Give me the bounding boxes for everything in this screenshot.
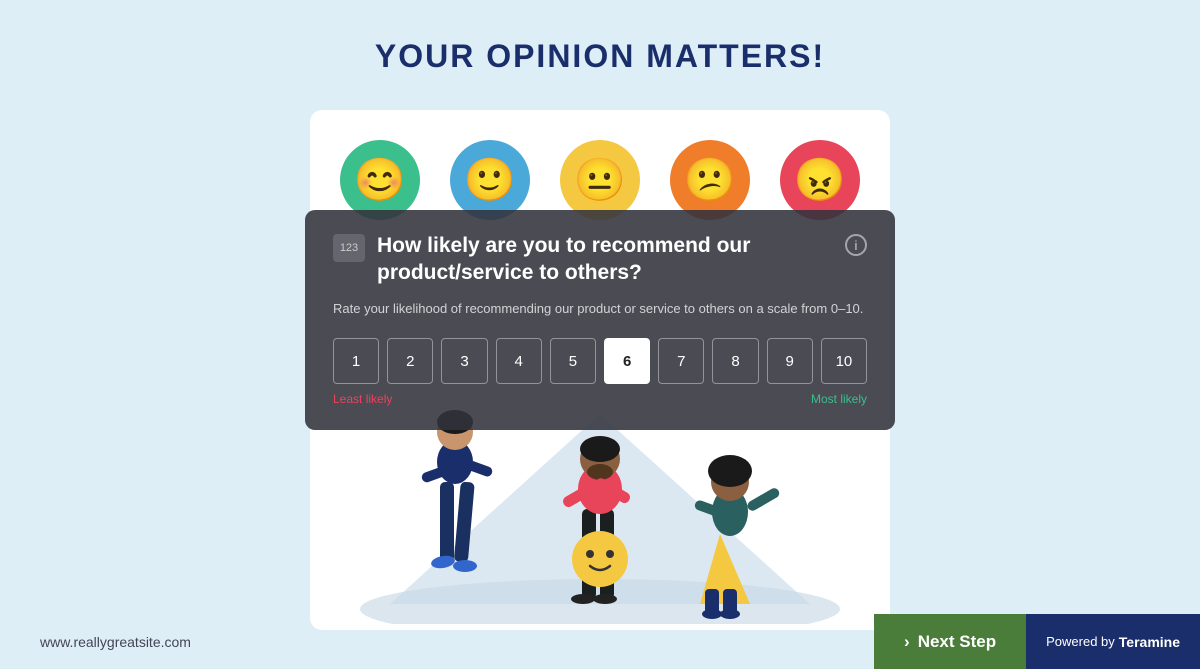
emoji-neutral: 😐: [560, 140, 640, 220]
rating-btn-9[interactable]: 9: [767, 338, 813, 384]
rating-btn-3[interactable]: 3: [441, 338, 487, 384]
website-url: www.reallygreatsite.com: [40, 634, 191, 650]
rating-btn-4[interactable]: 4: [496, 338, 542, 384]
emoji-happy: 😊: [340, 140, 420, 220]
bottom-bar: www.reallygreatsite.com › Next Step Powe…: [0, 614, 1200, 669]
question-type-icon: 123: [333, 234, 365, 262]
bottom-right: › Next Step Powered by Teramine: [874, 614, 1200, 669]
powered-by-prefix: Powered by: [1046, 634, 1115, 649]
next-step-arrow: ›: [904, 632, 910, 652]
question-card: 123 How likely are you to recommend our …: [305, 210, 895, 430]
powered-by: Powered by Teramine: [1026, 614, 1200, 669]
next-step-button[interactable]: › Next Step: [874, 614, 1026, 669]
rating-btn-8[interactable]: 8: [712, 338, 758, 384]
rating-btn-6[interactable]: 6: [604, 338, 650, 384]
label-least: Least likely: [333, 392, 392, 406]
rating-labels: Least likely Most likely: [333, 392, 867, 406]
question-header: 123 How likely are you to recommend our …: [333, 232, 867, 287]
page-title: YOUR OPINION MATTERS!: [0, 0, 1200, 75]
emoji-smile: 🙂: [450, 140, 530, 220]
emoji-unhappy: 😠: [780, 140, 860, 220]
rating-btn-2[interactable]: 2: [387, 338, 433, 384]
rating-btn-5[interactable]: 5: [550, 338, 596, 384]
brand-name: Teramine: [1119, 634, 1180, 650]
rating-btn-10[interactable]: 10: [821, 338, 867, 384]
label-most: Most likely: [811, 392, 867, 406]
question-title: How likely are you to recommend our prod…: [377, 232, 833, 287]
rating-btn-1[interactable]: 1: [333, 338, 379, 384]
info-icon[interactable]: i: [845, 234, 867, 256]
rating-btn-7[interactable]: 7: [658, 338, 704, 384]
emoji-frown: 😕: [670, 140, 750, 220]
rating-row: 1 2 3 4 5 6 7 8 9 10: [333, 338, 867, 384]
question-subtitle: Rate your likelihood of recommending our…: [333, 299, 867, 319]
next-step-label: Next Step: [918, 632, 996, 652]
